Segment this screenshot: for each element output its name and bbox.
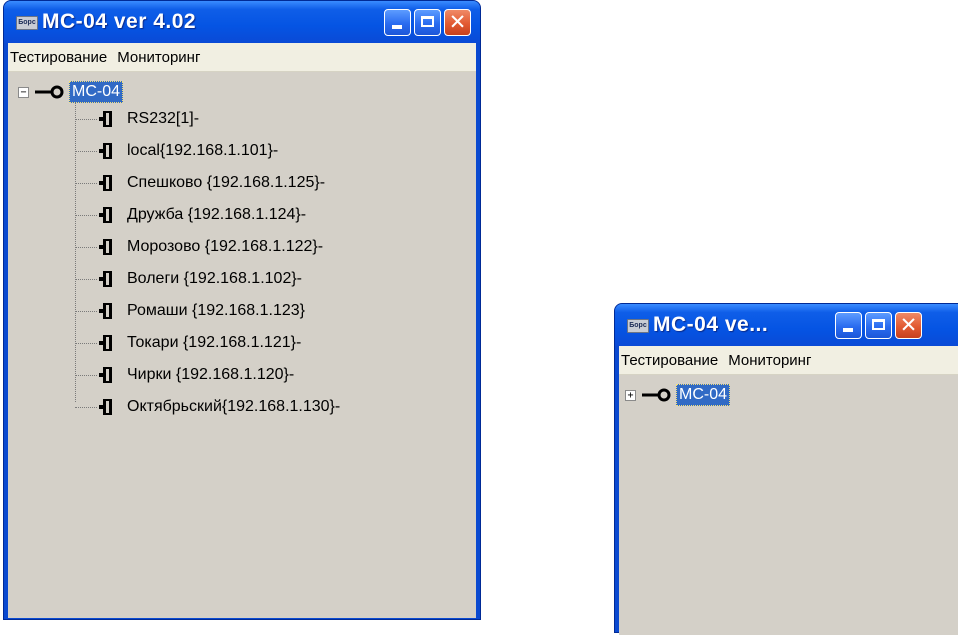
tree-child-label[interactable]: Морозово {192.168.1.122}- (127, 238, 323, 256)
port-connector-icon (99, 239, 112, 255)
tree-child-label[interactable]: RS232[1]- (127, 110, 199, 128)
minimize-button[interactable] (384, 9, 411, 36)
collapse-toggle[interactable]: − (18, 86, 29, 98)
port-connector-icon (99, 303, 112, 319)
tree-root-node[interactable]: + MC-04 (625, 383, 731, 407)
tree-child-node[interactable]: local{192.168.1.101}- (75, 138, 278, 164)
close-icon: ✕ (448, 10, 467, 34)
device-tree[interactable]: − MC-04 RS232[1]- local{192.168.1.101}- Сп… (8, 72, 476, 618)
tree-root-label[interactable]: MC-04 (69, 81, 124, 103)
maximize-button[interactable] (414, 9, 441, 36)
tree-branch-line (75, 278, 97, 280)
tree-child-node[interactable]: Чирки {192.168.1.120}- (75, 362, 294, 388)
menu-testing[interactable]: Тестирование (621, 352, 724, 369)
tree-branch-line (75, 342, 97, 344)
tree-child-label[interactable]: Ромаши {192.168.1.123} (127, 302, 305, 320)
device-tree[interactable]: + MC-04 (619, 375, 958, 635)
maximize-icon (421, 16, 434, 27)
minimize-icon (843, 328, 853, 332)
tree-root-label[interactable]: MC-04 (676, 384, 731, 406)
close-button[interactable]: ✕ (444, 9, 471, 36)
close-icon: ✕ (899, 313, 918, 337)
menu-monitoring[interactable]: Мониторинг (117, 49, 206, 66)
port-connector-icon (99, 207, 112, 223)
maximize-icon (872, 319, 885, 330)
tree-branch-line (75, 182, 97, 184)
tree-child-node[interactable]: Морозово {192.168.1.122}- (75, 234, 323, 260)
minimize-icon (392, 25, 402, 29)
tree-child-label[interactable]: Дружба {192.168.1.124}- (127, 206, 306, 224)
tree-child-label[interactable]: Октябрьский{192.168.1.130}- (127, 398, 340, 416)
tree-child-node[interactable]: Волеги {192.168.1.102}- (75, 266, 302, 292)
key-connector-icon (35, 85, 64, 99)
expand-toggle[interactable]: + (625, 389, 636, 401)
key-connector-icon (642, 388, 671, 402)
port-connector-icon (99, 175, 112, 191)
menu-bar: Тестирование Мониторинг (8, 43, 476, 72)
close-button[interactable]: ✕ (895, 312, 922, 339)
tree-child-label[interactable]: Токари {192.168.1.121}- (127, 334, 301, 352)
tree-branch-line (75, 246, 97, 248)
tree-branch-line (75, 150, 97, 152)
maximize-button[interactable] (865, 312, 892, 339)
minimize-button[interactable] (835, 312, 862, 339)
tree-child-label[interactable]: local{192.168.1.101}- (127, 142, 278, 160)
port-connector-icon (99, 143, 112, 159)
tree-child-node[interactable]: Токари {192.168.1.121}- (75, 330, 301, 356)
tree-child-label[interactable]: Спешково {192.168.1.125}- (127, 174, 325, 192)
app-logo-icon[interactable]: Бopc (627, 319, 649, 333)
title-bar[interactable]: Бopc МС-04 ver 4.02 ✕ (4, 1, 480, 43)
tree-child-label[interactable]: Чирки {192.168.1.120}- (127, 366, 294, 384)
tree-child-node[interactable]: Ромаши {192.168.1.123} (75, 298, 305, 324)
window-title: МС-04 ver 4.02 (42, 10, 197, 33)
menu-bar: Тестирование Мониторинг (619, 346, 958, 375)
tree-branch-line (75, 406, 97, 408)
tree-branch-line (75, 374, 97, 376)
tree-child-label[interactable]: Волеги {192.168.1.102}- (127, 270, 302, 288)
tree-child-node[interactable]: Октябрьский{192.168.1.130}- (75, 394, 340, 420)
tree-branch-line (75, 214, 97, 216)
menu-monitoring[interactable]: Мониторинг (728, 352, 817, 369)
tree-child-node[interactable]: RS232[1]- (75, 106, 199, 132)
tree-child-node[interactable]: Спешково {192.168.1.125}- (75, 170, 325, 196)
tree-branch-line (75, 310, 97, 312)
port-connector-icon (99, 367, 112, 383)
port-connector-icon (99, 111, 112, 127)
tree-root-node[interactable]: − MC-04 (18, 80, 124, 104)
port-connector-icon (99, 335, 112, 351)
title-bar[interactable]: Бopc МС-04 ve... ✕ (615, 304, 958, 346)
menu-testing[interactable]: Тестирование (10, 49, 113, 66)
tree-branch-line (75, 118, 97, 120)
secondary-window: Бopc МС-04 ve... ✕ Тестирование Монитори… (614, 303, 958, 635)
port-connector-icon (99, 399, 112, 415)
port-connector-icon (99, 271, 112, 287)
window-title: МС-04 ve... (653, 313, 769, 336)
app-logo-icon[interactable]: Бopc (16, 16, 38, 30)
main-window: Бopc МС-04 ver 4.02 ✕ Тестирование Монит… (3, 0, 481, 620)
tree-child-node[interactable]: Дружба {192.168.1.124}- (75, 202, 306, 228)
